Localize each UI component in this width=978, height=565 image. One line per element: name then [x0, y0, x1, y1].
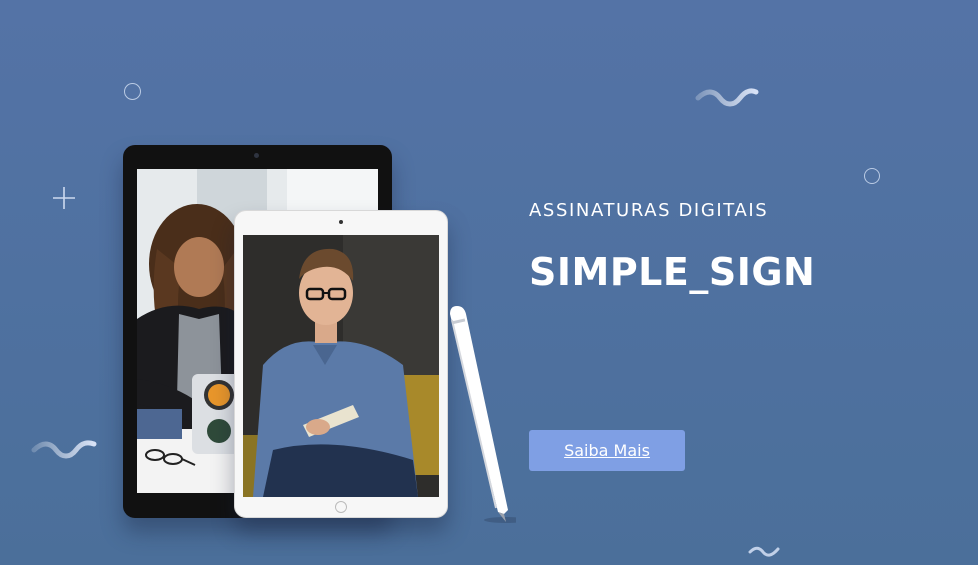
squiggle-decoration [31, 440, 97, 459]
tablet-camera [254, 153, 259, 158]
stylus-pencil [450, 306, 516, 523]
white-tablet-mockup [234, 210, 448, 518]
squiggle-decoration [748, 546, 780, 557]
circle-decoration [864, 168, 880, 184]
hero-title: SIMPLE_SIGN [529, 250, 816, 294]
hero-subtitle: ASSINATURAS DIGITAIS [529, 200, 769, 221]
squiggle-decoration [695, 88, 759, 107]
plus-decoration [53, 187, 75, 209]
home-button [335, 501, 347, 513]
tablet-camera [339, 220, 343, 224]
man-writing-notebook-photo [243, 235, 439, 497]
circle-decoration [124, 83, 141, 100]
saiba-mais-button[interactable]: Saiba Mais [529, 430, 685, 471]
